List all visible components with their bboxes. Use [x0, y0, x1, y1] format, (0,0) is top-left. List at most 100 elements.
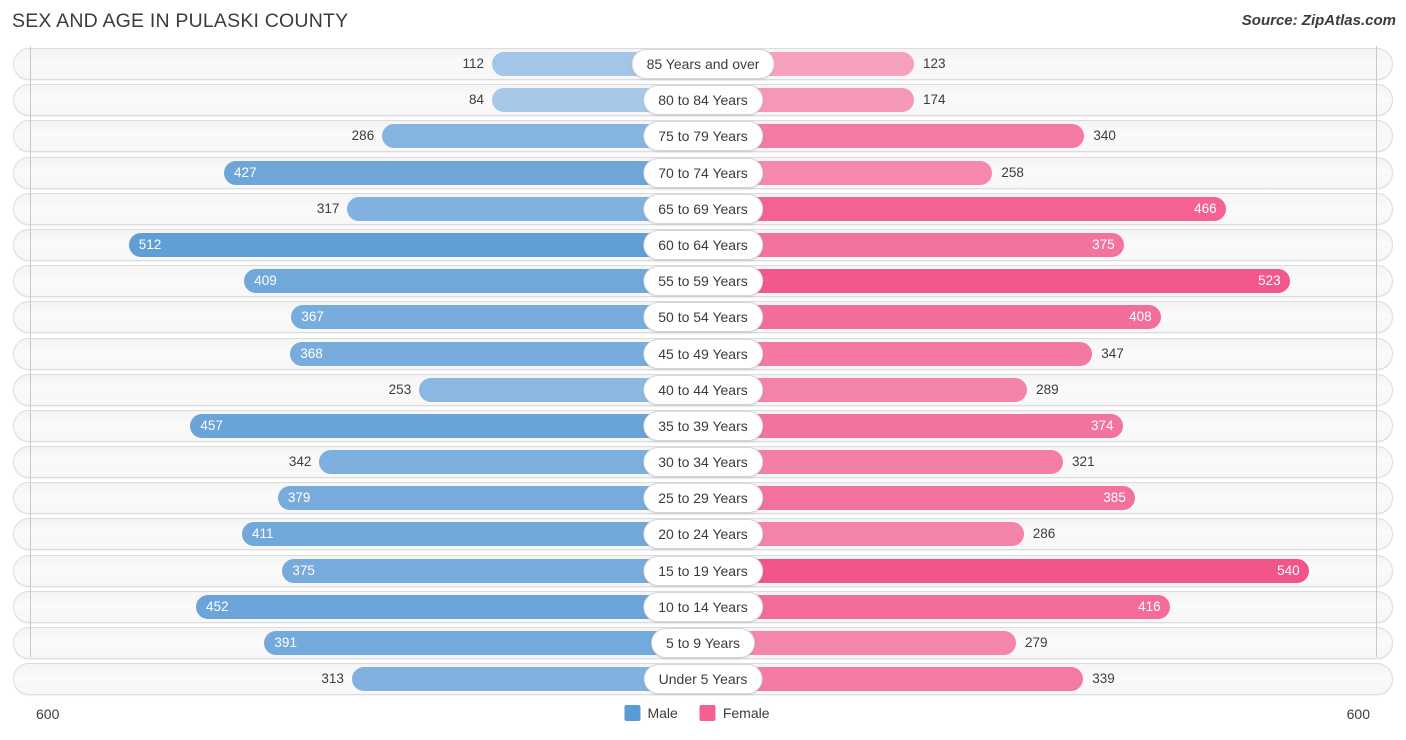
bar-value-male: 342	[288, 454, 312, 470]
chart-row: 391 279 5 to 9 Years	[0, 625, 1406, 661]
bar-male	[277, 486, 703, 511]
bar-value-male: 286	[351, 128, 375, 144]
bar-value-female: 321	[1072, 454, 1095, 470]
bar-value-male: 112	[462, 56, 484, 71]
bar-value-female: 340	[1093, 128, 1116, 144]
bar-value-female: 408	[1129, 309, 1152, 325]
legend-item[interactable]: Female	[699, 705, 770, 721]
chart-row: 368 347 45 to 49 Years	[0, 336, 1406, 372]
bar-male	[244, 269, 703, 294]
bar-value-female: 385	[1103, 490, 1126, 506]
legend-item[interactable]: Male	[624, 705, 678, 721]
bar-female	[703, 269, 1290, 294]
chart-row: 112 123 85 Years and over	[0, 46, 1406, 82]
bar-value-female: 374	[1090, 417, 1114, 433]
bar-value-male: 368	[300, 345, 323, 361]
bar-value-female: 279	[1024, 635, 1048, 650]
bar-value-female: 540	[1277, 562, 1300, 578]
chart-row: 409 523 55 to 59 Years	[0, 263, 1406, 299]
chart-row: 84 174 80 to 84 Years	[0, 82, 1406, 118]
bar-value-male: 379	[287, 490, 311, 506]
axis-label-left: 600	[36, 706, 60, 722]
source-attribution: Source: ZipAtlas.com	[1241, 12, 1396, 29]
chart-row: 286 340 75 to 79 Years	[0, 118, 1406, 154]
age-group-label: 10 to 14 Years	[643, 591, 763, 622]
chart-row: 452 416 10 to 14 Years	[0, 589, 1406, 625]
bar-value-female: 123	[923, 56, 946, 71]
age-group-label: 30 to 34 Years	[643, 447, 763, 478]
chart-row: 411 286 20 to 24 Years	[0, 516, 1406, 552]
chart-row: 317 466 65 to 69 Years	[0, 191, 1406, 227]
gridline-left	[30, 46, 31, 657]
bar-value-female: 339	[1092, 671, 1115, 687]
bar-value-male: 457	[200, 417, 223, 433]
bar-male	[128, 232, 703, 257]
chart-footer: 600 Male Female 600	[0, 700, 1406, 740]
bar-value-female: 258	[1001, 164, 1024, 180]
legend-swatch-icon	[699, 705, 716, 721]
bar-female	[703, 305, 1161, 330]
chart-row: 313 339 Under 5 Years	[0, 661, 1406, 697]
chart-legend: Male Female	[624, 705, 781, 721]
age-group-label: 45 to 49 Years	[643, 338, 763, 369]
chart-row: 379 385 25 to 29 Years	[0, 480, 1406, 516]
chart-page: SEX AND AGE IN PULASKI COUNTY Source: Zi…	[0, 0, 1406, 740]
bar-female	[703, 486, 1135, 511]
bar-female	[703, 558, 1309, 583]
bar-value-female: 375	[1092, 236, 1115, 252]
bar-male	[241, 522, 703, 547]
bar-male	[264, 631, 703, 655]
age-group-label: 85 Years and over	[631, 49, 775, 79]
bar-female	[703, 594, 1170, 619]
age-group-label: 20 to 24 Years	[643, 519, 763, 550]
age-group-label: 50 to 54 Years	[643, 302, 763, 333]
bar-value-male: 409	[254, 273, 277, 289]
age-group-label: 35 to 39 Years	[643, 410, 763, 441]
bar-value-female: 523	[1258, 273, 1281, 289]
bar-value-male: 512	[138, 236, 162, 252]
bar-male	[291, 305, 703, 330]
bar-male	[190, 413, 703, 438]
chart-row: 367 408 50 to 54 Years	[0, 299, 1406, 335]
age-group-label: 65 to 69 Years	[643, 193, 763, 224]
chart-row: 375 540 15 to 19 Years	[0, 553, 1406, 589]
bar-value-male: 84	[468, 92, 484, 108]
chart-row: 457 374 35 to 39 Years	[0, 408, 1406, 444]
page-title: SEX AND AGE IN PULASKI COUNTY	[12, 10, 349, 32]
bar-female	[703, 232, 1124, 257]
population-pyramid-plot: 112 123 85 Years and over 84 174 80 to 84 Yea…	[0, 46, 1406, 700]
bar-value-male: 313	[321, 671, 344, 687]
bar-male	[282, 558, 703, 583]
chart-row: 342 321 30 to 34 Years	[0, 444, 1406, 480]
chart-header: SEX AND AGE IN PULASKI COUNTY Source: Zi…	[0, 0, 1406, 46]
age-group-label: Under 5 Years	[643, 664, 763, 695]
bar-value-female: 289	[1036, 381, 1059, 397]
bar-value-male: 427	[234, 164, 257, 180]
bar-value-male: 411	[251, 526, 274, 542]
bar-value-male: 367	[301, 309, 324, 325]
gridline-right	[1376, 46, 1377, 657]
bar-male	[290, 341, 703, 366]
age-group-label: 5 to 9 Years	[651, 628, 755, 658]
bar-value-female: 286	[1032, 526, 1056, 542]
bar-value-male: 253	[388, 381, 412, 397]
bar-value-male: 391	[274, 635, 297, 650]
bar-male	[196, 594, 703, 619]
age-group-label: 25 to 29 Years	[643, 483, 763, 514]
age-group-label: 55 to 59 Years	[643, 266, 763, 297]
chart-rows: 112 123 85 Years and over 84 174 80 to 84 Yea…	[0, 46, 1406, 697]
legend-label: Female	[722, 705, 770, 721]
bar-value-female: 174	[923, 92, 946, 108]
age-group-label: 60 to 64 Years	[643, 229, 763, 260]
chart-row: 253 289 40 to 44 Years	[0, 372, 1406, 408]
legend-label: Male	[647, 705, 678, 721]
legend-swatch-icon	[624, 705, 641, 721]
bar-value-male: 375	[292, 562, 315, 578]
axis-label-right: 600	[1346, 706, 1370, 722]
bar-male	[224, 160, 703, 185]
bar-female	[703, 196, 1226, 221]
age-group-label: 80 to 84 Years	[643, 85, 763, 116]
bar-value-female: 416	[1138, 598, 1161, 614]
age-group-label: 15 to 19 Years	[643, 555, 763, 586]
bar-value-female: 466	[1194, 200, 1217, 216]
